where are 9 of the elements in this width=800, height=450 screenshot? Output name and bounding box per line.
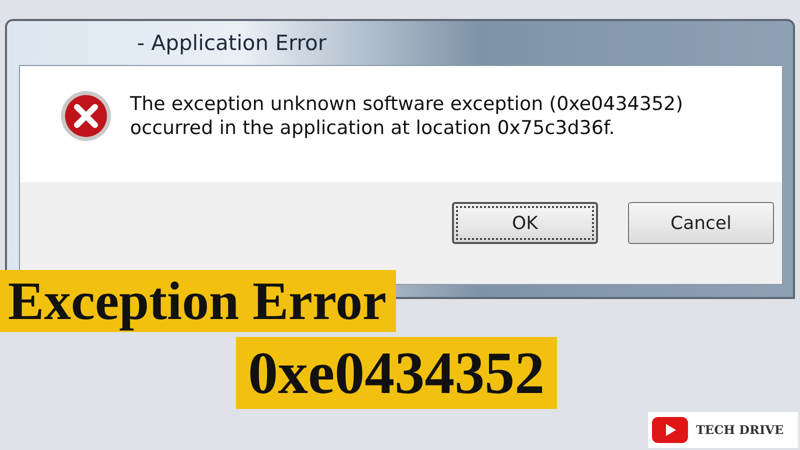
channel-name: TECH DRIVE bbox=[696, 423, 784, 437]
window-title: - Application Error bbox=[136, 30, 328, 57]
error-message: The exception unknown software exception (0xe0434352) occurred in the application at location 0x75c3d36f. bbox=[130, 92, 684, 141]
title-banner: Exception Error bbox=[0, 270, 396, 332]
title-banner: 0xe0434352 bbox=[236, 337, 557, 409]
play-icon bbox=[652, 417, 688, 443]
ok-button[interactable]: OK bbox=[452, 202, 598, 244]
error-icon bbox=[60, 90, 112, 142]
cancel-button[interactable]: Cancel bbox=[628, 202, 774, 244]
